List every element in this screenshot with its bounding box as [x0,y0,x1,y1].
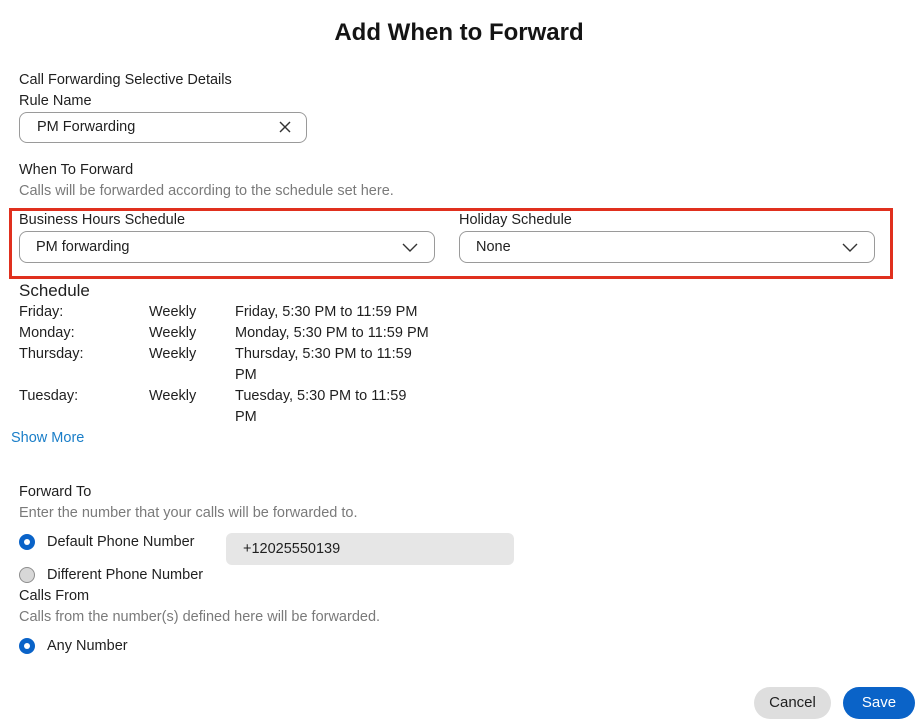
any-number-radio[interactable] [19,638,35,654]
schedule-day: Thursday: [19,346,84,362]
holiday-label: Holiday Schedule [459,212,572,228]
schedule-day: Tuesday: [19,388,79,404]
schedule-day: Friday: [19,304,64,320]
rule-name-value: PM Forwarding [37,119,136,135]
dialog-title: Add When to Forward [334,19,584,46]
save-button[interactable]: Save [843,687,915,719]
when-to-forward-heading: When To Forward [19,162,134,178]
forward-to-hint: Enter the number that your calls will be… [19,505,358,521]
any-number-label[interactable]: Any Number [47,638,128,654]
default-phone-number-field: +12025550139 [226,533,514,565]
calls-from-hint: Calls from the number(s) defined here wi… [19,609,381,625]
schedule-detail-continued: PM [235,367,257,383]
different-phone-label[interactable]: Different Phone Number [47,567,203,583]
chevron-down-icon [842,243,858,252]
schedule-detail-continued: PM [235,409,257,425]
calls-from-heading: Calls From [19,588,90,604]
schedule-detail: Thursday, 5:30 PM to 11:59 [235,346,412,362]
schedule-frequency: Weekly [149,325,197,341]
holiday-value: None [476,239,511,255]
business-hours-select[interactable]: PM forwarding [19,231,435,263]
rule-name-input[interactable]: PM Forwarding [19,112,307,143]
forward-to-heading: Forward To [19,484,92,500]
show-more-link[interactable]: Show More [11,430,84,446]
when-to-forward-hint: Calls will be forwarded according to the… [19,183,394,199]
close-icon[interactable] [278,120,292,134]
different-phone-radio[interactable] [19,567,35,583]
schedule-frequency: Weekly [149,388,197,404]
rule-name-label: Rule Name [19,93,92,109]
schedule-day: Monday: [19,325,75,341]
chevron-down-icon [402,243,418,252]
default-phone-label[interactable]: Default Phone Number [47,534,195,550]
schedule-frequency: Weekly [149,304,197,320]
cancel-button[interactable]: Cancel [754,687,831,719]
business-hours-value: PM forwarding [36,239,130,255]
business-hours-label: Business Hours Schedule [19,212,186,228]
section-label: Call Forwarding Selective Details [19,72,232,88]
schedule-detail: Tuesday, 5:30 PM to 11:59 [235,388,407,404]
default-phone-radio[interactable] [19,534,35,550]
schedule-frequency: Weekly [149,346,197,362]
schedule-heading: Schedule [19,281,90,300]
schedule-detail: Friday, 5:30 PM to 11:59 PM [235,304,418,320]
holiday-select[interactable]: None [459,231,875,263]
schedule-detail: Monday, 5:30 PM to 11:59 PM [235,325,429,341]
